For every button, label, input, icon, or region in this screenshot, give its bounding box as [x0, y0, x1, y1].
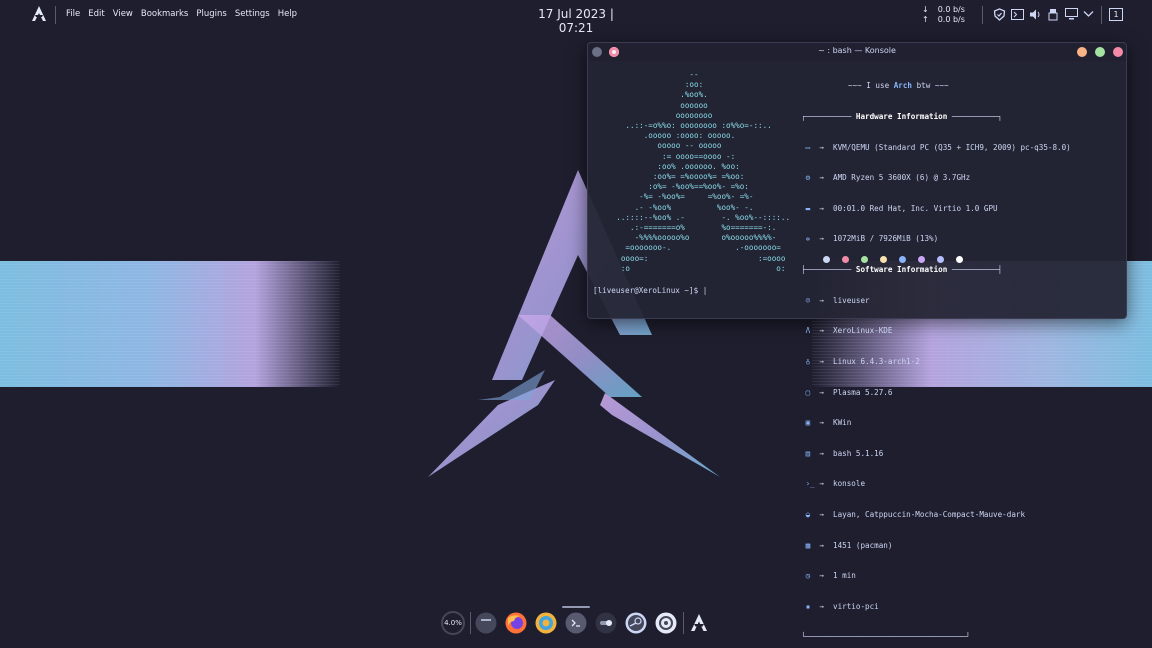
- panel-separator: [1101, 6, 1102, 24]
- window-menu-icon[interactable]: [592, 47, 602, 57]
- shell-prompt[interactable]: [liveuser@XeroLinux ~]$ |: [593, 286, 707, 296]
- palette-dot: [899, 256, 906, 263]
- gpu-icon: ▬: [801, 203, 820, 213]
- sw-terminal: konsole: [833, 479, 866, 489]
- palette-dot: [880, 256, 887, 263]
- sw-kernel: Linux 6.4.3-arch1-2: [833, 356, 920, 366]
- menu-bookmarks[interactable]: Bookmarks: [141, 9, 189, 19]
- upload-arrow-icon: ↑: [922, 15, 929, 24]
- steam-icon[interactable]: [625, 612, 647, 634]
- hw-host: KVM/QEMU (Standard PC (Q35 + ICH9, 2009)…: [833, 142, 1071, 152]
- device-icon[interactable]: [1047, 8, 1059, 21]
- close-icon[interactable]: [1113, 47, 1123, 57]
- window-titlebar[interactable]: ~ : bash — Konsole: [588, 43, 1126, 61]
- minimize-icon[interactable]: [1077, 47, 1087, 57]
- menu-edit[interactable]: Edit: [88, 9, 104, 19]
- firefox-icon[interactable]: [505, 612, 527, 634]
- theme-icon: ◒: [801, 509, 820, 519]
- cpu-icon: ⚙: [801, 173, 820, 183]
- software-heading: Software Information: [855, 265, 948, 275]
- user-icon: ☺: [801, 295, 820, 305]
- sw-wm: KWin: [833, 418, 852, 428]
- sw-os: XeroLinux-KDE: [833, 326, 893, 336]
- memory-icon: ✲: [801, 234, 820, 244]
- hw-gpu: 00:01.0 Red Hat, Inc. Virtio 1.0 GPU: [833, 203, 998, 213]
- clock-icon: ◷: [801, 571, 820, 581]
- terminal-tray-icon[interactable]: [1011, 9, 1024, 20]
- display-icon[interactable]: [1065, 8, 1078, 20]
- kernel-icon: ♁: [801, 356, 820, 366]
- palette-dot: [823, 256, 830, 263]
- shield-icon[interactable]: [993, 8, 1006, 21]
- download-arrow-icon: ↓: [922, 5, 929, 14]
- sw-uptime: 1 min: [833, 571, 856, 581]
- active-task-indicator: [562, 606, 590, 608]
- menu-view[interactable]: View: [113, 9, 133, 19]
- maximize-icon[interactable]: [1095, 47, 1105, 57]
- window-title: ~ : bash — Konsole: [818, 46, 896, 55]
- menu-settings[interactable]: Settings: [235, 9, 270, 19]
- virtual-desktop-pager[interactable]: 1: [1109, 8, 1123, 21]
- fetch-header-pre: ~~~ I use: [848, 81, 894, 91]
- hw-memory: 1072MiB / 7926MiB (13%): [833, 234, 939, 244]
- sw-packages: 1451 (pacman): [833, 540, 893, 550]
- top-panel: File Edit View Bookmarks Plugins Setting…: [0, 0, 1152, 35]
- xerolinux-icon[interactable]: [688, 612, 710, 634]
- menu-plugins[interactable]: Plugins: [196, 9, 226, 19]
- ascii-logo: -- :oo: .%oo%. oooooo oooooooo ..::-=o%%…: [616, 70, 791, 273]
- sw-shell: bash 5.1.16: [833, 448, 884, 458]
- text-cursor: |: [702, 286, 708, 295]
- distro-icon: Λ: [801, 326, 820, 336]
- window-manager-icon: ▣: [801, 418, 820, 428]
- disc-app-icon[interactable]: [655, 612, 677, 634]
- shell-icon: ▤: [801, 448, 820, 458]
- hw-cpu: AMD Ryzen 5 3600X (6) @ 3.7GHz: [833, 173, 971, 183]
- panel-separator: [982, 6, 983, 24]
- upload-speed: 0.0 b/s: [937, 15, 965, 24]
- download-speed: 0.0 b/s: [937, 5, 965, 14]
- konsole-dock-icon[interactable]: [565, 612, 587, 634]
- dock-separator: [470, 612, 471, 634]
- fetch-header-post: btw ~~~: [912, 81, 949, 91]
- global-menu: File Edit View Bookmarks Plugins Setting…: [66, 9, 297, 19]
- palette-dot: [842, 256, 849, 263]
- desktop-icon: ▢: [801, 387, 820, 397]
- palette-dot: [956, 256, 963, 263]
- browser-icon[interactable]: [535, 612, 557, 634]
- dock-separator: [683, 612, 684, 634]
- toggle-settings-icon[interactable]: [595, 612, 617, 634]
- pin-icon[interactable]: [609, 47, 619, 57]
- menu-help[interactable]: Help: [278, 9, 297, 19]
- menu-file[interactable]: File: [66, 9, 80, 19]
- sw-network: virtio-pci: [833, 601, 879, 611]
- fetch-info: ~~~ I use Arch btw ~~~ ┌────────── Hardw…: [801, 81, 1071, 642]
- palette-dot: [861, 256, 868, 263]
- volume-icon[interactable]: [1029, 8, 1042, 21]
- network-card-icon: ▪: [801, 601, 820, 611]
- prompt-text: [liveuser@XeroLinux ~]$: [593, 286, 703, 295]
- file-manager-icon[interactable]: [475, 612, 497, 634]
- cpu-load-widget[interactable]: 4.0%: [441, 611, 465, 635]
- clock[interactable]: 17 Jul 2023 | 07:21: [520, 7, 632, 35]
- sw-user: liveuser: [833, 295, 870, 305]
- computer-icon: ▭: [801, 142, 820, 152]
- palette-dot: [937, 256, 944, 263]
- chevron-down-icon[interactable]: [1083, 10, 1094, 18]
- sw-de: Plasma 5.27.6: [833, 387, 893, 397]
- panel-separator: [55, 6, 56, 24]
- konsole-window: ~ : bash — Konsole -- :oo: .%oo%. oooooo…: [587, 42, 1127, 641]
- hardware-heading: Hardware Information: [855, 112, 948, 122]
- package-icon: ▦: [801, 540, 820, 550]
- palette-dot: [918, 256, 925, 263]
- terminal-icon: ›_: [801, 479, 820, 489]
- sw-theme: Layan, Catppuccin-Mocha-Compact-Mauve-da…: [833, 509, 1026, 519]
- color-palette: [823, 256, 963, 263]
- fetch-header-accent: Arch: [893, 81, 913, 91]
- wallpaper-band-left: [0, 261, 340, 387]
- network-speed[interactable]: ↓ 0.0 b/s ↑ 0.0 b/s: [922, 5, 965, 25]
- app-launcher-icon[interactable]: [30, 5, 48, 23]
